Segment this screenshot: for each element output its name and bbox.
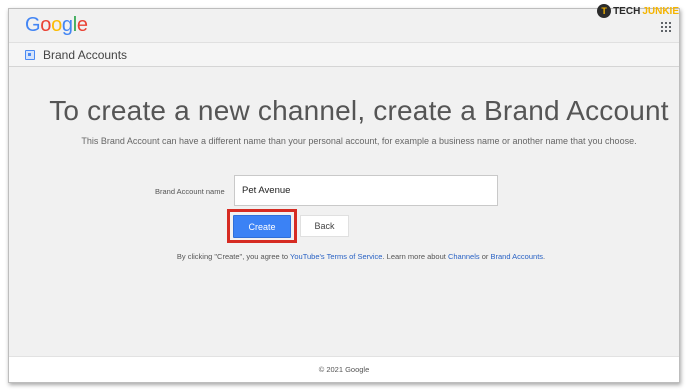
logo-letter-g1: G xyxy=(25,14,41,36)
logo-letter-o1: o xyxy=(40,14,52,36)
copyright: © 2021 Google xyxy=(318,365,370,374)
brand-account-name-label: Brand Account name xyxy=(155,187,225,196)
terms-notice: By clicking "Create", you agree to YouTu… xyxy=(9,252,679,261)
logo-letter-e: e xyxy=(76,14,88,36)
back-button[interactable]: Back xyxy=(300,215,349,237)
terms-or: or xyxy=(479,252,491,261)
tos-link[interactable]: YouTube's Terms of Service xyxy=(290,252,382,261)
terms-prefix: By clicking "Create", you agree to xyxy=(176,252,291,261)
terms-middle: . Learn more about xyxy=(382,252,448,261)
techjunkie-logo-icon: T xyxy=(597,4,612,18)
watermark-tech: TECH xyxy=(613,5,641,17)
apps-grid-icon[interactable] xyxy=(661,22,671,32)
browser-window: Google Brand Accounts To create a new ch… xyxy=(8,8,680,383)
brand-accounts-link[interactable]: Brand Accounts xyxy=(491,252,544,261)
brand-account-name-input[interactable] xyxy=(234,175,498,206)
footer: © 2021 Google xyxy=(9,356,679,382)
create-button[interactable]: Create xyxy=(233,215,291,238)
terms-suffix: . xyxy=(543,252,546,261)
techjunkie-watermark: T TECH JUNKIE xyxy=(597,4,679,18)
brand-account-icon xyxy=(25,50,35,60)
google-logo[interactable]: Google xyxy=(25,14,88,37)
logo-letter-o2: o xyxy=(51,14,62,36)
page-title: To create a new channel, create a Brand … xyxy=(49,95,669,126)
subbar-title: Brand Accounts xyxy=(43,48,128,62)
logo-letter-g2: g xyxy=(61,14,73,36)
watermark-junkie: JUNKIE xyxy=(642,5,679,17)
brand-accounts-bar: Brand Accounts xyxy=(9,42,679,67)
page-description: This Brand Account can have a different … xyxy=(81,136,637,146)
top-bar: Google xyxy=(9,9,679,42)
channels-link[interactable]: Channels xyxy=(448,252,480,261)
